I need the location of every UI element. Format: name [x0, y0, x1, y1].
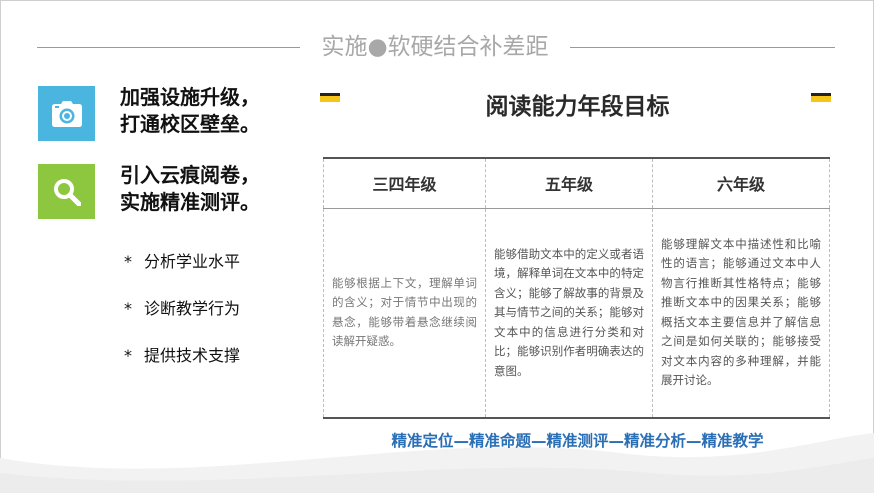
reading-goals-table: 三四年级 五年级 六年级 能够根据上下文，理解单词的含义；对于情节中出现的悬念，…: [323, 157, 830, 419]
bullet-list: * 分析学业水平 * 诊断教学行为 * 提供技术支撑: [124, 250, 240, 391]
bullet-star: *: [124, 299, 132, 318]
slide-title: 实施●软硬结合补差距: [321, 34, 549, 60]
bullet-star: *: [124, 252, 132, 271]
feature-line: 引入云痕阅卷，: [120, 163, 260, 187]
cell-grade-5: 能够借助文本中的定义或者语境，解释单词在文本中的特定含义；能够了解故事的背景及其…: [485, 208, 653, 418]
search-icon: [53, 178, 81, 206]
title-rule-left: [37, 47, 300, 48]
cell-grade-3-4: 能够根据上下文，理解单词的含义；对于情节中出现的悬念，能够带着悬念继续阅读解开疑…: [323, 208, 486, 418]
feature-precise-assessment: 引入云痕阅卷， 实施精准测评。: [120, 162, 300, 216]
list-item: * 诊断教学行为: [124, 297, 240, 320]
list-item: * 提供技术支撑: [124, 344, 240, 367]
yellow-tab-decoration: [811, 93, 831, 102]
feature-line: 打通校区壁垒。: [120, 112, 260, 136]
bullet-text: 诊断教学行为: [144, 299, 241, 318]
header-grade-5: 五年级: [485, 158, 653, 209]
precision-chain-caption: 精准定位—精准命题—精准测评—精准分析—精准教学: [391, 432, 764, 450]
title-rule-right: [570, 47, 835, 48]
bullet-star: *: [124, 346, 132, 365]
bullet-text: 分析学业水平: [144, 252, 241, 271]
feature-line: 实施精准测评。: [120, 190, 260, 214]
cell-grade-6: 能够理解文本中描述性和比喻性的语言；能够通过文本中人物言行推断其性格特点；能够推…: [652, 208, 830, 418]
table-title: 阅读能力年段目标: [485, 94, 670, 120]
feature-facility-upgrade: 加强设施升级， 打通校区壁垒。: [120, 84, 300, 138]
table-header-row: 三四年级 五年级 六年级: [323, 158, 830, 209]
table-row: 能够根据上下文，理解单词的含义；对于情节中出现的悬念，能够带着悬念继续阅读解开疑…: [323, 208, 830, 418]
reading-goals-card: 阅读能力年段目标 三四年级 五年级 六年级 能够根据上下文，理解单词的含义；对于…: [320, 87, 835, 425]
header-grade-3-4: 三四年级: [323, 158, 486, 209]
camera-icon: [51, 100, 82, 127]
header-grade-6: 六年级: [652, 158, 830, 209]
bullet-text: 提供技术支撑: [144, 346, 241, 365]
feature-line: 加强设施升级，: [120, 85, 260, 109]
camera-icon-tile: [38, 86, 95, 141]
list-item: * 分析学业水平: [124, 250, 240, 273]
search-icon-tile: [38, 164, 95, 219]
